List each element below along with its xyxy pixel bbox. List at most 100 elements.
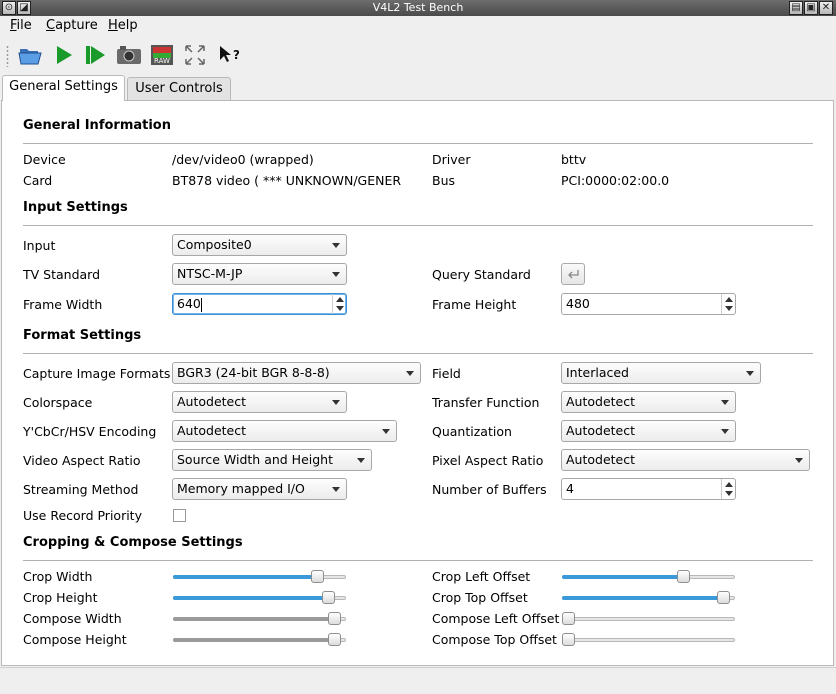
- slider-handle[interactable]: [328, 612, 341, 625]
- crop-height-label: Crop Height: [23, 590, 98, 605]
- transfer-function-combo[interactable]: Autodetect: [561, 391, 736, 413]
- toolbar: RAW ?: [0, 37, 836, 73]
- compose-top-offset-slider[interactable]: [562, 633, 735, 647]
- divider: [23, 560, 813, 561]
- colorspace-combo[interactable]: Autodetect: [172, 391, 347, 413]
- spin-down-icon[interactable]: [725, 491, 733, 496]
- video-aspect-ratio-combo[interactable]: Source Width and Height: [172, 449, 372, 471]
- slider-handle[interactable]: [328, 633, 341, 646]
- pixel-aspect-ratio-combo[interactable]: Autodetect: [561, 449, 810, 471]
- input-combo-value: Composite0: [177, 237, 252, 252]
- tv-standard-combo[interactable]: NTSC-M-JP: [172, 263, 347, 285]
- crop-width-slider[interactable]: [173, 570, 346, 584]
- chevron-down-icon: [795, 458, 803, 463]
- compose-top-offset-label: Compose Top Offset: [432, 632, 557, 647]
- ycbcr-encoding-label: Y'CbCr/HSV Encoding: [23, 424, 157, 439]
- section-input-settings: Input Settings: [23, 200, 128, 215]
- fullscreen-icon[interactable]: [181, 41, 209, 69]
- tv-standard-value: NTSC-M-JP: [177, 266, 243, 281]
- crop-height-slider[interactable]: [173, 591, 346, 605]
- tab-general-settings[interactable]: General Settings: [2, 75, 125, 101]
- chevron-down-icon: [721, 429, 729, 434]
- frame-width-spinbox[interactable]: 640: [172, 293, 347, 315]
- crop-left-offset-label: Crop Left Offset: [432, 569, 531, 584]
- slider-handle[interactable]: [322, 591, 335, 604]
- frame-height-label: Frame Height: [432, 297, 517, 312]
- window-menu-icon[interactable]: ⊙: [2, 1, 16, 15]
- field-combo[interactable]: Interlaced: [561, 362, 761, 384]
- section-format-settings: Format Settings: [23, 328, 142, 343]
- shade-icon[interactable]: ◪: [17, 1, 31, 15]
- spin-down-icon[interactable]: [336, 306, 344, 311]
- chevron-down-icon: [332, 487, 340, 492]
- open-folder-icon[interactable]: [16, 41, 44, 69]
- raw-icon[interactable]: RAW: [148, 41, 176, 69]
- text-caret: [200, 297, 202, 312]
- slider-handle[interactable]: [562, 633, 575, 646]
- section-cropping-compose: Cropping & Compose Settings: [23, 535, 243, 550]
- colorspace-value: Autodetect: [177, 394, 247, 409]
- field-value: Interlaced: [566, 365, 629, 380]
- frame-width-label: Frame Width: [23, 297, 103, 312]
- close-icon[interactable]: ✕: [819, 1, 833, 15]
- spin-up-icon[interactable]: [336, 297, 344, 302]
- menu-bar: File Capture Help: [0, 16, 836, 36]
- field-label: Field: [432, 366, 461, 381]
- crop-width-label: Crop Width: [23, 569, 93, 584]
- spin-buttons[interactable]: [332, 294, 346, 314]
- minimize-icon[interactable]: ▤: [789, 1, 803, 15]
- slider-handle[interactable]: [311, 570, 324, 583]
- compose-width-label: Compose Width: [23, 611, 122, 626]
- compose-left-offset-label: Compose Left Offset: [432, 611, 560, 626]
- slider-handle[interactable]: [677, 570, 690, 583]
- streaming-method-combo[interactable]: Memory mapped I/O: [172, 478, 347, 500]
- ycbcr-encoding-combo[interactable]: Autodetect: [172, 420, 397, 442]
- compose-width-slider[interactable]: [173, 612, 346, 626]
- input-combo[interactable]: Composite0: [172, 234, 347, 256]
- quantization-combo[interactable]: Autodetect: [561, 420, 736, 442]
- frame-height-value: 480: [566, 296, 590, 311]
- use-record-priority-checkbox[interactable]: [173, 509, 186, 522]
- number-of-buffers-label: Number of Buffers: [432, 482, 547, 497]
- whats-this-icon[interactable]: ?: [214, 41, 242, 69]
- slider-handle[interactable]: [562, 612, 575, 625]
- divider: [23, 143, 813, 144]
- query-standard-label: Query Standard: [432, 267, 531, 282]
- quantization-value: Autodetect: [566, 423, 636, 438]
- enter-icon: [568, 270, 579, 279]
- maximize-icon[interactable]: ▣: [804, 1, 818, 15]
- status-bar: [0, 667, 836, 694]
- menu-help[interactable]: Help: [108, 18, 138, 33]
- compose-height-slider[interactable]: [173, 633, 346, 647]
- compose-left-offset-slider[interactable]: [562, 612, 735, 626]
- menu-file[interactable]: File: [10, 18, 32, 33]
- transfer-function-label: Transfer Function: [432, 395, 540, 410]
- spin-buttons[interactable]: [721, 479, 735, 499]
- colorspace-label: Colorspace: [23, 395, 93, 410]
- crop-top-offset-slider[interactable]: [562, 591, 735, 605]
- number-of-buffers-spinbox[interactable]: 4: [561, 478, 736, 500]
- window-title: V4L2 Test Bench: [372, 1, 464, 14]
- play-icon[interactable]: [50, 41, 78, 69]
- toolbar-grip[interactable]: [6, 45, 9, 67]
- step-play-icon[interactable]: [81, 41, 109, 69]
- slider-handle[interactable]: [717, 591, 730, 604]
- crop-left-offset-slider[interactable]: [562, 570, 735, 584]
- query-standard-button[interactable]: [561, 263, 585, 285]
- spin-up-icon[interactable]: [725, 297, 733, 302]
- bus-value: PCI:0000:02:00.0: [561, 173, 670, 188]
- capture-image-formats-combo[interactable]: BGR3 (24-bit BGR 8-8-8): [172, 362, 421, 384]
- number-of-buffers-value: 4: [566, 481, 574, 496]
- section-general-information: General Information: [23, 118, 171, 133]
- camera-icon[interactable]: [115, 41, 143, 69]
- frame-height-spinbox[interactable]: 480: [561, 293, 736, 315]
- spin-up-icon[interactable]: [725, 482, 733, 487]
- ycbcr-encoding-value: Autodetect: [177, 423, 247, 438]
- chevron-down-icon: [357, 458, 365, 463]
- svg-text:RAW: RAW: [154, 57, 170, 65]
- menu-capture[interactable]: Capture: [46, 18, 98, 33]
- chevron-down-icon: [406, 371, 414, 376]
- tab-user-controls[interactable]: User Controls: [127, 77, 231, 101]
- spin-buttons[interactable]: [721, 294, 735, 314]
- spin-down-icon[interactable]: [725, 306, 733, 311]
